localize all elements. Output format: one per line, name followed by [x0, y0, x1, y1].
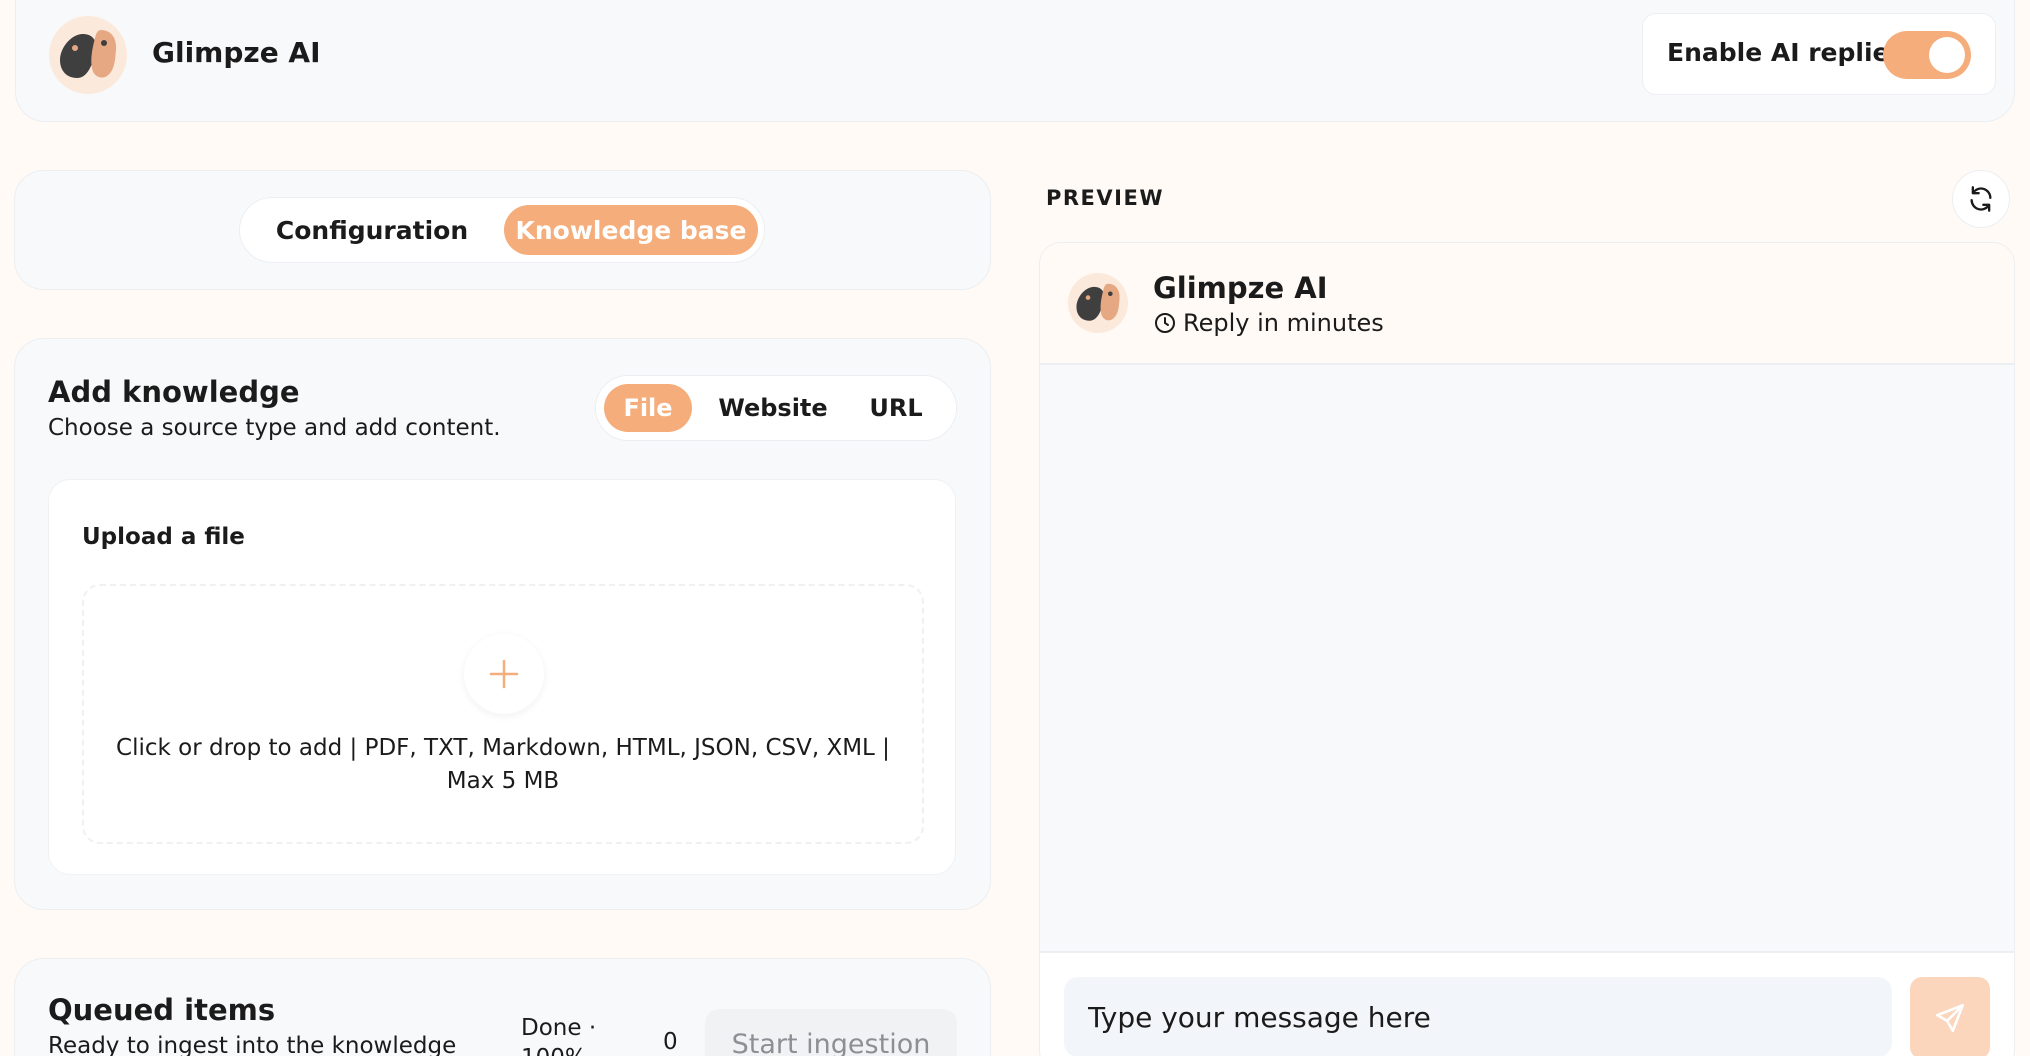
source-url-button[interactable]: URL	[856, 384, 936, 432]
tab-knowledge-base[interactable]: Knowledge base	[504, 205, 758, 255]
send-button[interactable]	[1910, 977, 1990, 1056]
send-icon	[1935, 1003, 1965, 1033]
refresh-icon	[1970, 186, 1992, 212]
toggle-knob	[1929, 37, 1965, 73]
source-website-button[interactable]: Website	[708, 384, 838, 432]
tab-configuration[interactable]: Configuration	[252, 205, 492, 255]
glimpze-logo-icon	[49, 16, 127, 94]
chat-bot-status: Reply in minutes	[1153, 309, 1384, 337]
clock-icon	[1155, 313, 1175, 333]
chat-preview-header: Glimpze AI Reply in minutes	[1040, 243, 2014, 365]
add-knowledge-subtitle: Choose a source type and add content.	[48, 415, 501, 441]
ai-replies-card: Enable AI replies	[1642, 13, 1996, 95]
queue-progress-status: Done · 100%	[521, 1015, 597, 1056]
message-input[interactable]	[1064, 977, 1892, 1056]
tabs-panel: Configuration Knowledge base	[14, 170, 991, 290]
dropzone-hint: Click or drop to add | PDF, TXT, Markdow…	[116, 735, 890, 794]
start-ingestion-button[interactable]: Start ingestion	[705, 1009, 957, 1056]
source-type-selector: File Website URL	[595, 375, 957, 441]
chat-bot-status-text: Reply in minutes	[1183, 309, 1384, 337]
glimpze-logo-icon	[1068, 273, 1128, 333]
main-tabs: Configuration Knowledge base	[239, 197, 765, 263]
chat-bot-name: Glimpze AI	[1153, 271, 1328, 305]
chat-composer	[1040, 951, 2014, 1056]
ai-replies-label: Enable AI replies	[1667, 38, 1905, 67]
app-title: Glimpze AI	[152, 36, 321, 69]
chat-preview: Glimpze AI Reply in minutes	[1039, 242, 2015, 1056]
refresh-preview-button[interactable]	[1952, 170, 2010, 228]
upload-title: Upload a file	[82, 524, 245, 550]
add-file-button[interactable]	[464, 634, 544, 714]
file-dropzone[interactable]: Click or drop to add | PDF, TXT, Markdow…	[82, 584, 924, 844]
ai-replies-toggle[interactable]	[1883, 31, 1971, 79]
upload-card: Upload a file Click or drop to add | PDF…	[48, 479, 956, 875]
add-knowledge-panel: Add knowledge Choose a source type and a…	[14, 338, 991, 910]
app-header: Glimpze AI Enable AI replies	[15, 0, 2015, 122]
source-file-button[interactable]: File	[604, 384, 692, 432]
queue-title: Queued items	[48, 993, 276, 1027]
add-knowledge-title: Add knowledge	[48, 375, 300, 409]
plus-icon	[489, 659, 519, 689]
queue-count: 0	[663, 1029, 678, 1055]
queue-subtitle: Ready to ingest into the knowledge	[48, 1033, 457, 1056]
preview-label: PREVIEW	[1046, 186, 1164, 210]
queue-panel: Queued items Ready to ingest into the kn…	[14, 958, 991, 1056]
